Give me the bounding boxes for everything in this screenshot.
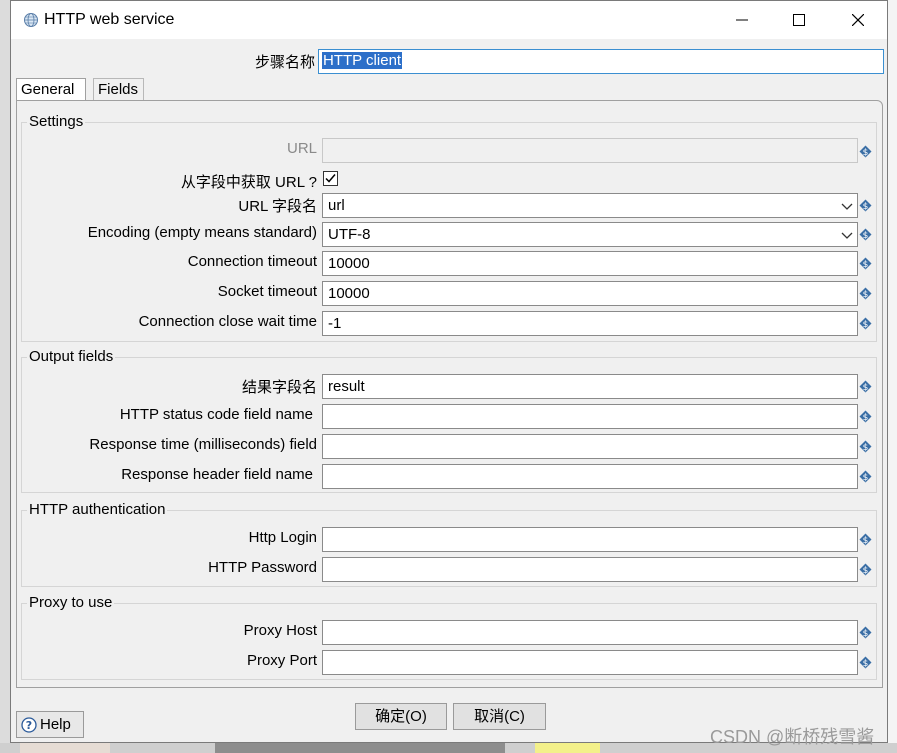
chevron-down-icon [841, 203, 853, 210]
response-header-input[interactable] [322, 464, 858, 489]
step-name-value: HTTP client [322, 52, 403, 69]
svg-text:$: $ [863, 413, 869, 423]
url-field-name-value: url [328, 197, 345, 214]
variable-icon[interactable]: $ [859, 145, 872, 158]
variable-icon[interactable]: $ [859, 626, 872, 639]
settings-group-title: Settings [27, 113, 86, 130]
variable-icon[interactable]: $ [859, 317, 872, 330]
output-fields-group-title: Output fields [27, 348, 116, 365]
http-authentication-group-title: HTTP authentication [27, 501, 168, 518]
proxy-group-title: Proxy to use [27, 594, 115, 611]
background-strip [535, 743, 600, 753]
variable-icon[interactable]: $ [859, 533, 872, 546]
minimize-icon [736, 19, 748, 21]
chevron-down-icon [841, 232, 853, 239]
proxy-host-input[interactable] [322, 620, 858, 645]
ok-button[interactable]: 确定(O) [355, 703, 447, 730]
background-left [0, 0, 10, 753]
variable-icon[interactable]: $ [859, 199, 872, 212]
tab-fields[interactable]: Fields [93, 78, 144, 101]
step-name-input[interactable]: HTTP client [318, 49, 884, 74]
http-password-input[interactable] [322, 557, 858, 582]
proxy-port-label: Proxy Port [246, 652, 317, 669]
svg-text:$: $ [863, 320, 869, 330]
maximize-button[interactable] [776, 1, 822, 39]
encoding-label: Encoding (empty means standard) [87, 224, 317, 241]
tab-general[interactable]: General [16, 78, 86, 102]
svg-text:$: $ [863, 260, 869, 270]
maximize-icon [793, 14, 805, 26]
close-wait-input[interactable]: -1 [322, 311, 858, 336]
variable-icon[interactable]: $ [859, 380, 872, 393]
svg-text:$: $ [863, 659, 869, 669]
encoding-value: UTF-8 [328, 226, 371, 243]
status-code-label: HTTP status code field name [119, 406, 313, 423]
globe-icon [24, 13, 38, 27]
result-field-input[interactable]: result [322, 374, 858, 399]
svg-text:$: $ [863, 202, 869, 212]
proxy-host-label: Proxy Host [243, 622, 317, 639]
http-login-input[interactable] [322, 527, 858, 552]
socket-timeout-input[interactable]: 10000 [322, 281, 858, 306]
http-password-label: HTTP Password [208, 559, 317, 576]
response-time-input[interactable] [322, 434, 858, 459]
http-login-label: Http Login [248, 529, 317, 546]
close-icon [852, 14, 864, 26]
check-icon [325, 174, 336, 183]
background-strip [20, 743, 110, 753]
help-button-label: Help [40, 716, 71, 733]
response-header-label: Response header field name [121, 466, 313, 483]
variable-icon[interactable]: $ [859, 410, 872, 423]
variable-icon[interactable]: $ [859, 470, 872, 483]
url-from-field-label: 从字段中获取 URL ? [180, 174, 317, 191]
variable-icon[interactable]: $ [859, 563, 872, 576]
close-wait-label: Connection close wait time [138, 313, 317, 330]
status-code-input[interactable] [322, 404, 858, 429]
variable-icon[interactable]: $ [859, 656, 872, 669]
cancel-button[interactable]: 取消(C) [453, 703, 546, 730]
variable-icon[interactable]: $ [859, 257, 872, 270]
title-bar[interactable]: HTTP web service [11, 1, 887, 39]
response-time-label: Response time (milliseconds) field [89, 436, 317, 453]
background-strip [215, 743, 505, 753]
svg-text:$: $ [863, 566, 869, 576]
svg-text:$: $ [863, 473, 869, 483]
svg-text:?: ? [26, 719, 32, 732]
svg-text:$: $ [863, 231, 869, 241]
svg-text:$: $ [863, 383, 869, 393]
url-input[interactable] [322, 138, 858, 163]
variable-icon[interactable]: $ [859, 440, 872, 453]
proxy-port-input[interactable] [322, 650, 858, 675]
http-web-service-dialog: HTTP web service 步骤名称 HTTP client Genera… [10, 0, 888, 743]
url-field-name-select[interactable]: url [322, 193, 858, 218]
help-button[interactable]: ? Help [16, 711, 84, 738]
background-right [887, 0, 897, 753]
svg-text:$: $ [863, 148, 869, 158]
connection-timeout-label: Connection timeout [187, 253, 317, 270]
svg-text:$: $ [863, 290, 869, 300]
help-icon: ? [21, 716, 37, 733]
socket-timeout-label: Socket timeout [217, 283, 317, 300]
variable-icon[interactable]: $ [859, 228, 872, 241]
result-field-label: 结果字段名 [241, 379, 317, 396]
encoding-select[interactable]: UTF-8 [322, 222, 858, 247]
window-title: HTTP web service [44, 11, 175, 28]
watermark: CSDN @断桥残雪酱 [710, 727, 875, 747]
minimize-button[interactable] [719, 1, 765, 39]
svg-text:$: $ [863, 536, 869, 546]
url-label: URL [286, 140, 317, 157]
step-name-label: 步骤名称 [254, 54, 315, 71]
svg-text:$: $ [863, 443, 869, 453]
close-button[interactable] [835, 1, 881, 39]
url-field-name-label: URL 字段名 [238, 198, 317, 215]
variable-icon[interactable]: $ [859, 287, 872, 300]
svg-text:$: $ [863, 629, 869, 639]
url-from-field-checkbox[interactable] [323, 171, 338, 186]
connection-timeout-input[interactable]: 10000 [322, 251, 858, 276]
